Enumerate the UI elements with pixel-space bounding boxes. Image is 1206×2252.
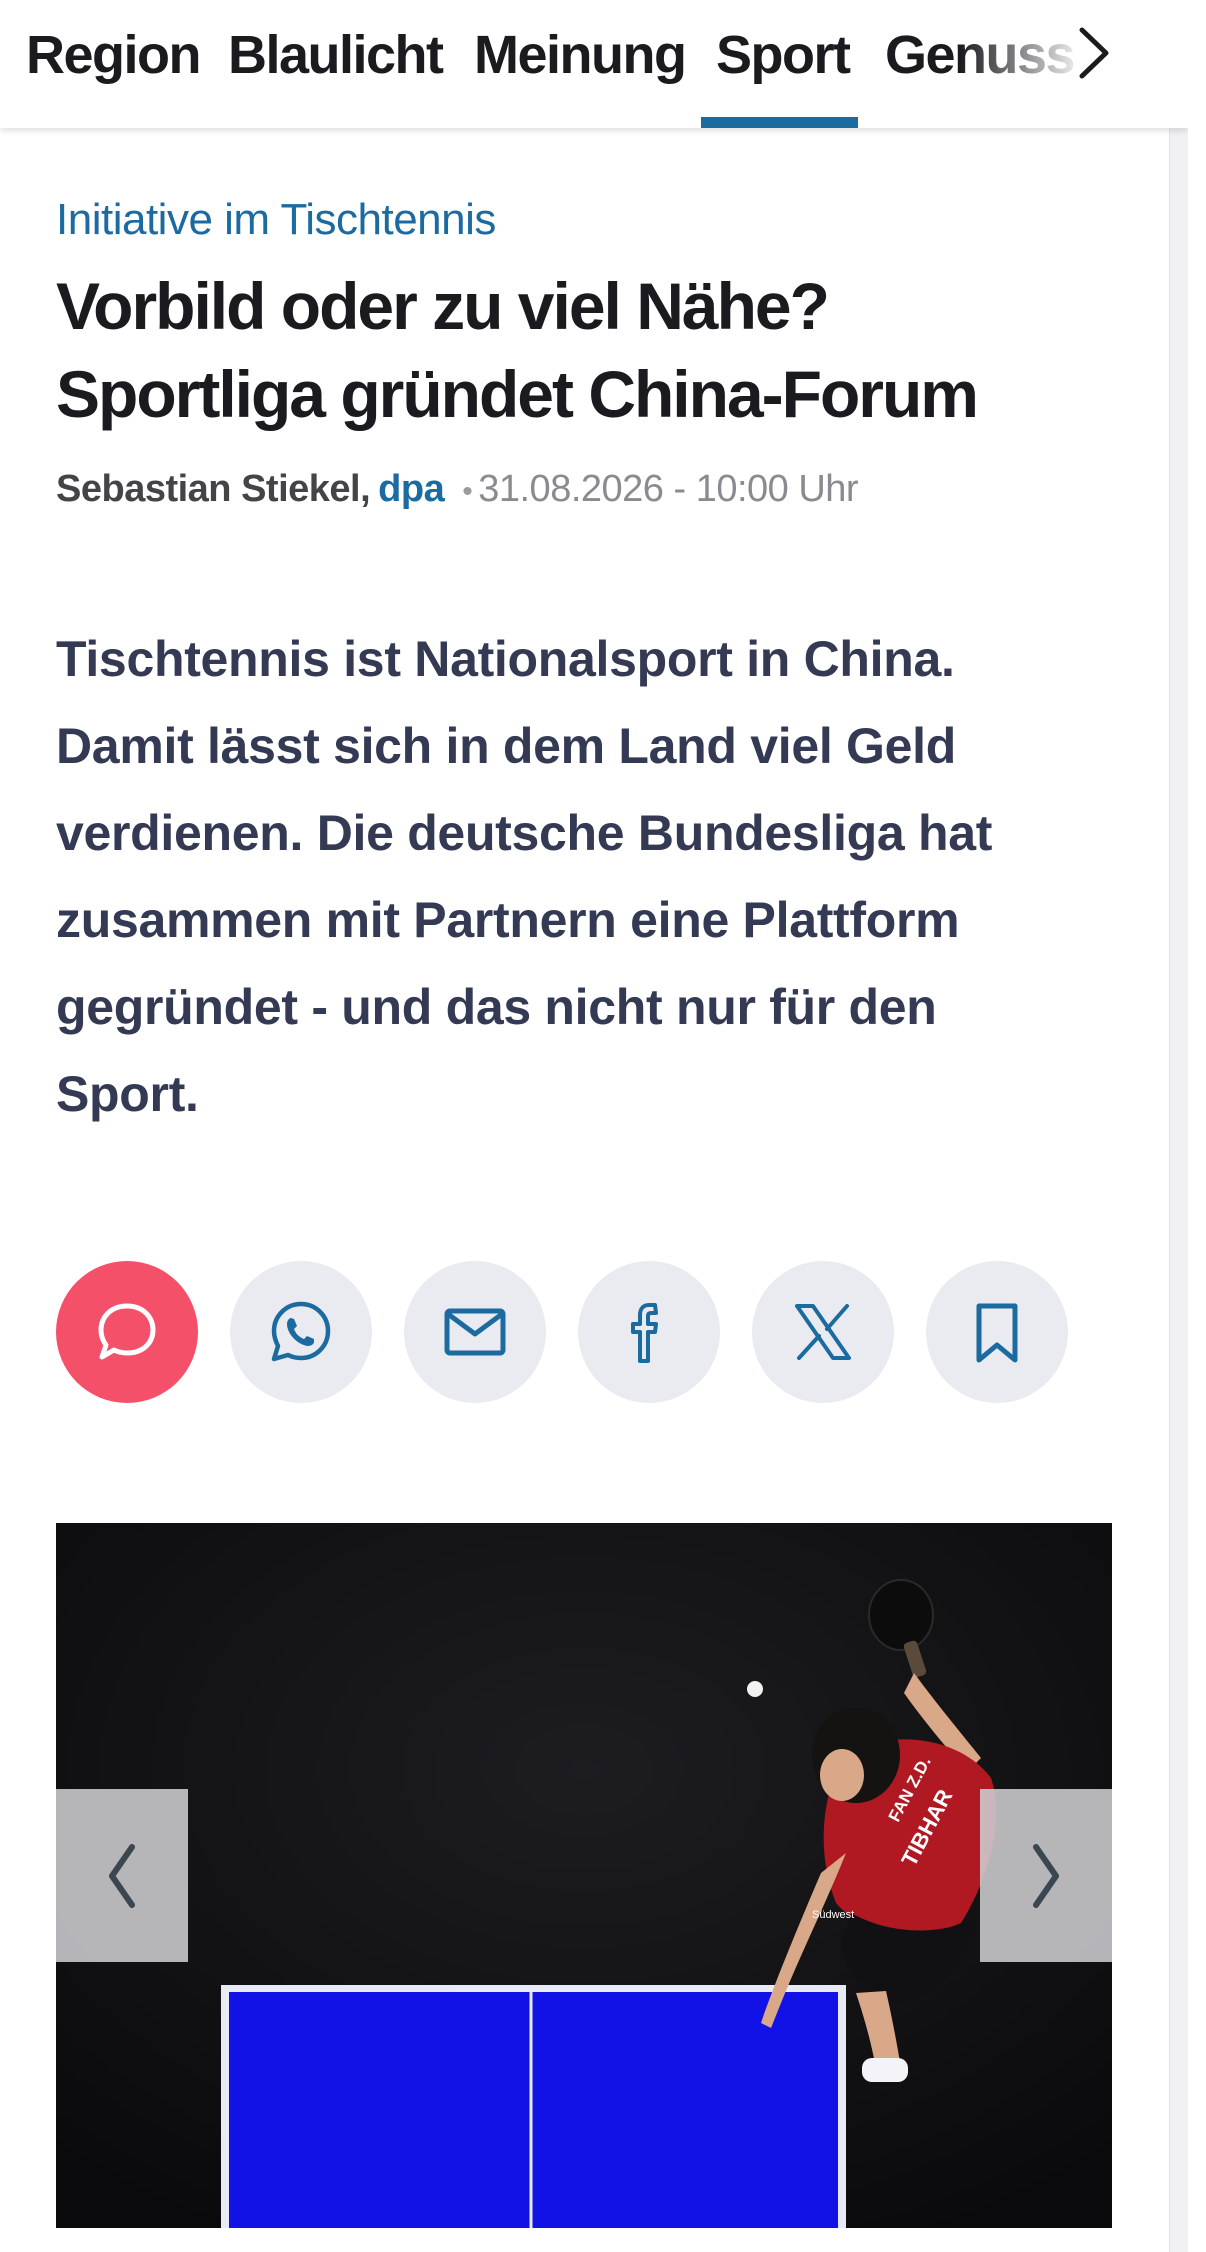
- nav-item-region[interactable]: Region: [26, 14, 202, 96]
- publish-date: 31.08.2026 - 10:00 Uhr: [478, 468, 859, 510]
- bookmark-icon: [976, 1303, 1018, 1363]
- gallery-prev-button[interactable]: [56, 1789, 188, 1962]
- whatsapp-share-button[interactable]: [230, 1261, 372, 1403]
- nav-item-blaulicht[interactable]: Blaulicht: [228, 14, 444, 96]
- jersey-text-badge: Südwest: [812, 1909, 854, 1921]
- nav-active-indicator: [701, 117, 858, 128]
- article-page: Region Blaulicht Meinung Sport Genuss In…: [0, 0, 1188, 2252]
- image-gallery[interactable]: FAN Z.D. TIBHAR Südwest: [56, 1523, 1112, 2228]
- category-nav: Region Blaulicht Meinung Sport Genuss: [0, 0, 1188, 128]
- nav-scroll-right-button[interactable]: [1070, 22, 1120, 84]
- article-kicker: Initiative im Tischtennis: [56, 195, 496, 244]
- article-teaser: Tischtennis ist Nationalsport in China. …: [56, 631, 993, 1122]
- chevron-left-icon: [109, 1843, 135, 1908]
- x-icon: [795, 1304, 851, 1360]
- x-share-button[interactable]: [752, 1261, 894, 1403]
- facebook-share-button[interactable]: [578, 1261, 720, 1403]
- byline: Sebastian Stiekel, dpa • 31.08.2026 - 10:00…: [56, 468, 859, 511]
- bookmark-button[interactable]: [926, 1261, 1068, 1403]
- mail-icon: [444, 1308, 506, 1356]
- author-name[interactable]: Sebastian Stiekel,: [56, 468, 371, 510]
- article-headline: Vorbild oder zu viel Nähe? Sportliga grü…: [56, 269, 979, 431]
- chevron-right-icon: [1079, 27, 1109, 79]
- table-tennis-photo: FAN Z.D. TIBHAR Südwest: [56, 1523, 1112, 2228]
- mail-share-button[interactable]: [404, 1261, 546, 1403]
- chevron-right-icon: [1033, 1843, 1059, 1908]
- agency-link[interactable]: dpa: [378, 468, 445, 510]
- nav-item-sport[interactable]: Sport: [716, 14, 851, 96]
- gallery-next-button[interactable]: [980, 1789, 1112, 1962]
- byline-separator: •: [462, 475, 473, 508]
- nav-item-meinung[interactable]: Meinung: [474, 14, 687, 96]
- facebook-icon: [631, 1303, 658, 1363]
- whatsapp-icon: [271, 1301, 331, 1362]
- comment-button[interactable]: [56, 1261, 198, 1403]
- comment-icon: [98, 1303, 156, 1360]
- scrollbar-track[interactable]: [1169, 0, 1188, 2252]
